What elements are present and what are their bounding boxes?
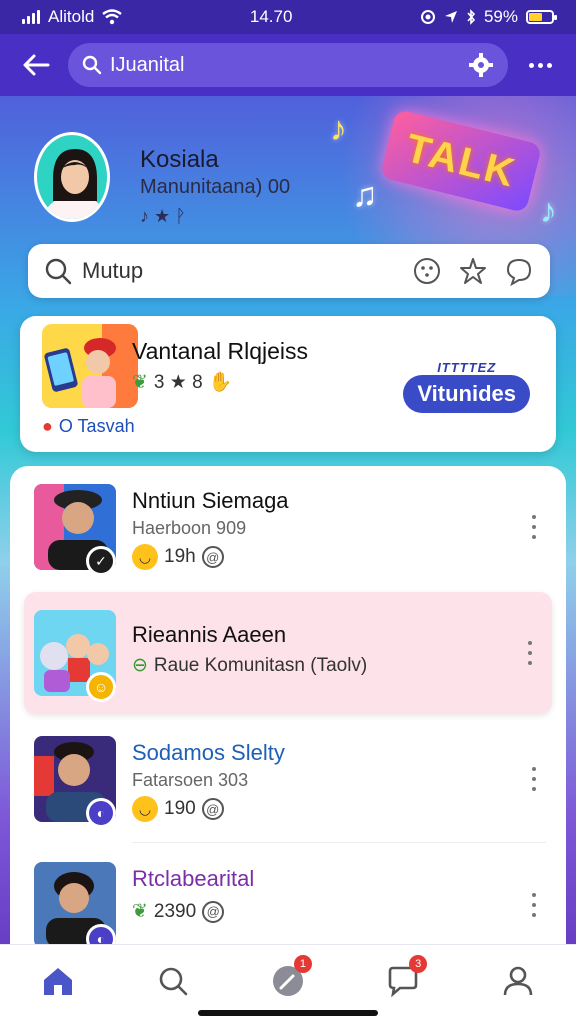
bluetooth-icon xyxy=(467,9,476,25)
divider xyxy=(132,842,546,843)
featured-title: Vantanal Rlqjeiss xyxy=(132,338,309,364)
featured-tag[interactable]: ● O Tasvah xyxy=(42,416,135,437)
search-icon xyxy=(159,967,188,996)
location-icon xyxy=(444,11,457,23)
more-options-button[interactable] xyxy=(522,62,558,68)
music-note-icon: ♫ xyxy=(352,176,378,214)
vitunides-button[interactable]: Vitunides xyxy=(403,375,530,413)
top-search-text: IJuanital xyxy=(110,53,185,76)
clap-icon: ✋ xyxy=(208,372,233,393)
app-bar: IJuanital xyxy=(0,34,576,96)
nav-search[interactable] xyxy=(143,961,203,1001)
tag-icon: ● xyxy=(42,416,53,436)
list-item-title: Rieannis Aaeen xyxy=(132,622,287,647)
profile-icon xyxy=(504,966,533,996)
secondary-search[interactable]: Mutup xyxy=(28,244,550,298)
music-note-icon: ♪ xyxy=(540,192,557,230)
focus-icon xyxy=(420,10,435,24)
music-note-icon: ♪ xyxy=(330,110,347,148)
home-icon xyxy=(43,968,72,995)
featured-thumbnail xyxy=(42,324,138,408)
conversation-list: ✓ Nntiun Siemaga Haerboon 909 ◡ 19h @ ☺ … xyxy=(10,466,566,944)
featured-card[interactable]: Vantanal Rlqjeiss ❦ 3 ★ 8 ✋ ● O Tasvah I… xyxy=(20,316,556,452)
at-icon: @ xyxy=(201,546,224,568)
status-bar: Alitold 14.70 59% xyxy=(0,0,576,34)
top-search-bar[interactable]: IJuanital xyxy=(68,43,508,87)
community-icon: ⊖ xyxy=(132,655,148,676)
featured-meta: ❦ 3 ★ 8 ✋ xyxy=(132,370,232,394)
featured-button-caption: ITTTTEZ xyxy=(437,360,497,375)
battery-percent: 59% xyxy=(483,7,518,26)
avatar[interactable] xyxy=(34,132,110,222)
back-arrow-icon xyxy=(23,54,50,76)
list-item-meta: ◡ 19h @ xyxy=(132,544,224,570)
list-item-meta: ⊖ Raue Komunitasn (Taolv) xyxy=(132,654,367,677)
more-options-button[interactable] xyxy=(528,893,540,917)
star-icon[interactable] xyxy=(458,256,488,286)
list-item-meta: ◡ 190 @ xyxy=(132,796,224,822)
list-item-meta: ❦ 2390 @ xyxy=(132,900,225,923)
signal-icon xyxy=(22,10,40,24)
profile-name: Kosiala xyxy=(140,146,219,173)
chat-bubble-icon[interactable] xyxy=(504,256,534,286)
at-icon: @ xyxy=(201,798,224,820)
list-item-meta-text: 19h xyxy=(164,546,196,567)
list-item-meta-text: 190 xyxy=(164,798,196,819)
back-button[interactable] xyxy=(18,47,54,83)
more-options-button[interactable] xyxy=(528,767,540,791)
nav-profile[interactable] xyxy=(488,961,548,1001)
emoji-icon[interactable] xyxy=(412,256,442,286)
list-item[interactable]: ◐ Sodamos Slelty Fatarsoen 303 ◡ 190 @ xyxy=(10,718,566,840)
nav-create[interactable]: 1 xyxy=(258,955,318,1001)
list-item-meta-text: Raue Komunitasn (Taolv) xyxy=(153,654,368,676)
list-item-title: Sodamos Slelty xyxy=(132,740,285,765)
list-item[interactable]: ✓ Nntiun Siemaga Haerboon 909 ◡ 19h @ xyxy=(10,466,566,588)
list-item-meta-text: 2390 xyxy=(153,900,197,922)
notification-badge: 1 xyxy=(293,955,312,973)
list-item-title: Rtclabearital xyxy=(132,866,255,891)
more-options-button[interactable] xyxy=(528,515,540,539)
status-badge: ◐ xyxy=(86,798,116,828)
nav-chat[interactable]: 3 xyxy=(373,955,433,1001)
leaf-icon: ❦ xyxy=(132,901,148,922)
list-item-subtitle: Fatarsoen 303 xyxy=(132,770,249,790)
carrier-label: Alitold xyxy=(48,7,95,26)
smile-emoji-icon: ◡ xyxy=(132,796,158,822)
secondary-search-text: Mutup xyxy=(82,258,144,283)
list-item-title: Nntiun Siemaga xyxy=(132,488,289,513)
home-indicator xyxy=(198,1010,378,1016)
profile-badges: ♪ ★ ᚹ xyxy=(140,206,186,226)
search-icon xyxy=(82,55,102,75)
clock-time: 14.70 xyxy=(249,7,293,26)
gear-icon[interactable] xyxy=(468,52,494,78)
featured-tag-text: O Tasvah xyxy=(58,416,135,436)
status-badge: ✓ xyxy=(86,546,116,576)
nav-home[interactable] xyxy=(28,961,88,1001)
featured-meta-text: 3 ★ 8 xyxy=(153,371,203,393)
search-icon xyxy=(45,258,72,285)
list-item[interactable]: ◐ Rtclabearital ❦ 2390 @ xyxy=(10,844,566,944)
profile-subtitle: Manunitaana) 00 xyxy=(140,176,291,198)
leaf-icon: ❦ xyxy=(132,371,148,393)
notification-badge: 3 xyxy=(409,955,428,973)
more-options-button[interactable] xyxy=(524,641,536,665)
battery-icon xyxy=(525,10,557,24)
status-badge: ☺ xyxy=(86,672,116,702)
list-item-highlighted[interactable]: ☺ Rieannis Aaeen ⊖ Raue Komunitasn (Taol… xyxy=(24,592,552,714)
at-icon: @ xyxy=(202,900,225,923)
list-item-subtitle: Haerboon 909 xyxy=(132,518,247,538)
smile-emoji-icon: ◡ xyxy=(132,544,158,570)
wifi-icon xyxy=(102,9,123,25)
